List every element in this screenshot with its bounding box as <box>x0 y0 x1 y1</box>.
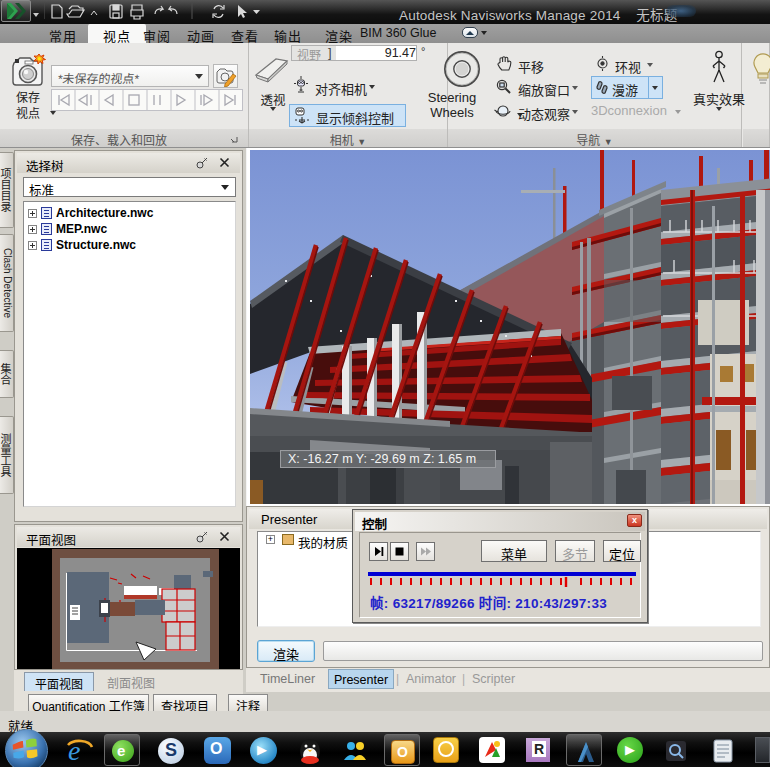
svg-text:e: e <box>68 735 80 765</box>
